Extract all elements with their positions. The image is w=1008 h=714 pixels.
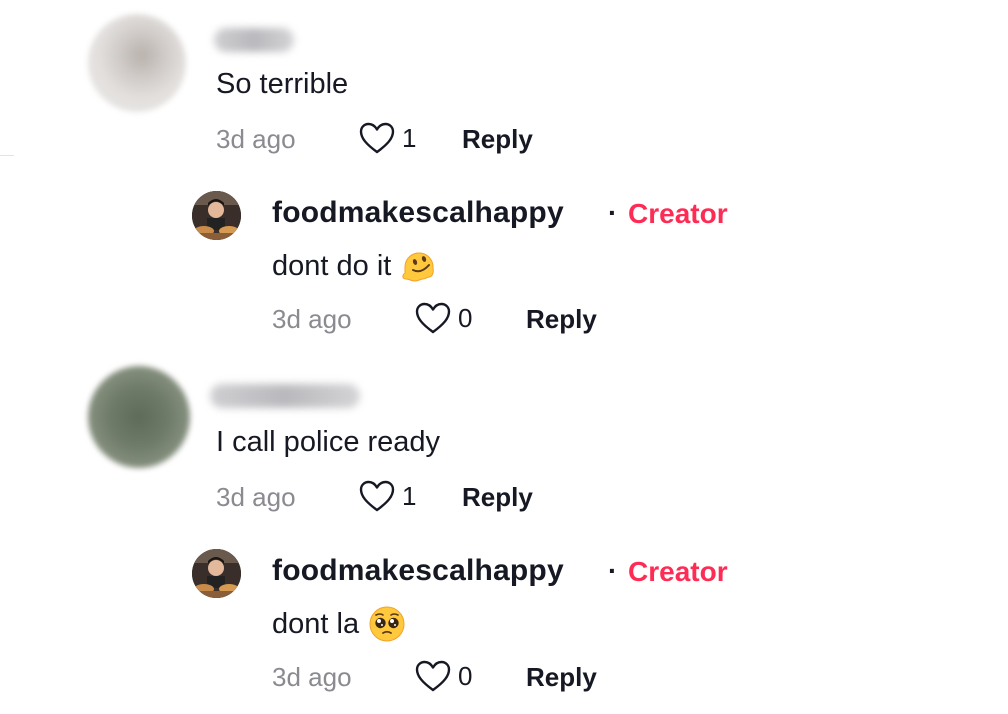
like-count: 0 [458, 302, 473, 333]
creator-avatar[interactable] [192, 549, 241, 598]
reply-button[interactable]: Reply [462, 482, 533, 513]
heart-outline-icon [359, 480, 395, 512]
comment-text: I call police ready [216, 426, 441, 458]
reply-text: dont la [272, 607, 360, 640]
reply-text-row: dont la [272, 604, 407, 644]
blurred-username[interactable] [210, 384, 360, 408]
reply-button[interactable]: Reply [462, 124, 533, 155]
melting-face-emoji [399, 246, 439, 286]
commenter-avatar[interactable] [88, 14, 186, 112]
separator-dot: · [608, 555, 618, 586]
reply-text-row: dont do it [272, 246, 439, 286]
heart-outline-icon [415, 302, 451, 334]
comment-timestamp: 3d ago [216, 124, 296, 154]
like-count: 1 [402, 122, 417, 153]
creator-avatar[interactable] [192, 191, 241, 240]
reply-timestamp: 3d ago [272, 304, 352, 334]
like-button[interactable]: 1 [358, 479, 416, 513]
reply-timestamp: 3d ago [272, 662, 352, 692]
like-count: 1 [402, 480, 417, 511]
pleading-face-emoji [367, 604, 407, 644]
separator-dot: · [608, 197, 618, 228]
reply-text: dont do it [272, 249, 392, 282]
like-button[interactable]: 0 [414, 301, 472, 335]
creator-badge: Creator [628, 198, 728, 229]
divider [0, 155, 14, 156]
reply-button[interactable]: Reply [526, 304, 597, 335]
comments-panel: So terrible 3d ago 1 Reply foodmakescalh… [0, 0, 1008, 714]
heart-outline-icon [359, 122, 395, 154]
reply-button[interactable]: Reply [526, 662, 597, 693]
creator-badge: Creator [628, 556, 728, 587]
blurred-username[interactable] [214, 28, 294, 52]
heart-outline-icon [415, 660, 451, 692]
like-count: 0 [458, 660, 473, 691]
commenter-avatar[interactable] [88, 366, 190, 468]
like-button[interactable]: 1 [358, 121, 416, 155]
like-button[interactable]: 0 [414, 659, 472, 693]
comment-timestamp: 3d ago [216, 482, 296, 512]
creator-username[interactable]: foodmakescalhappy [272, 196, 564, 230]
comment-text: So terrible [216, 68, 349, 100]
creator-username[interactable]: foodmakescalhappy [272, 554, 564, 588]
